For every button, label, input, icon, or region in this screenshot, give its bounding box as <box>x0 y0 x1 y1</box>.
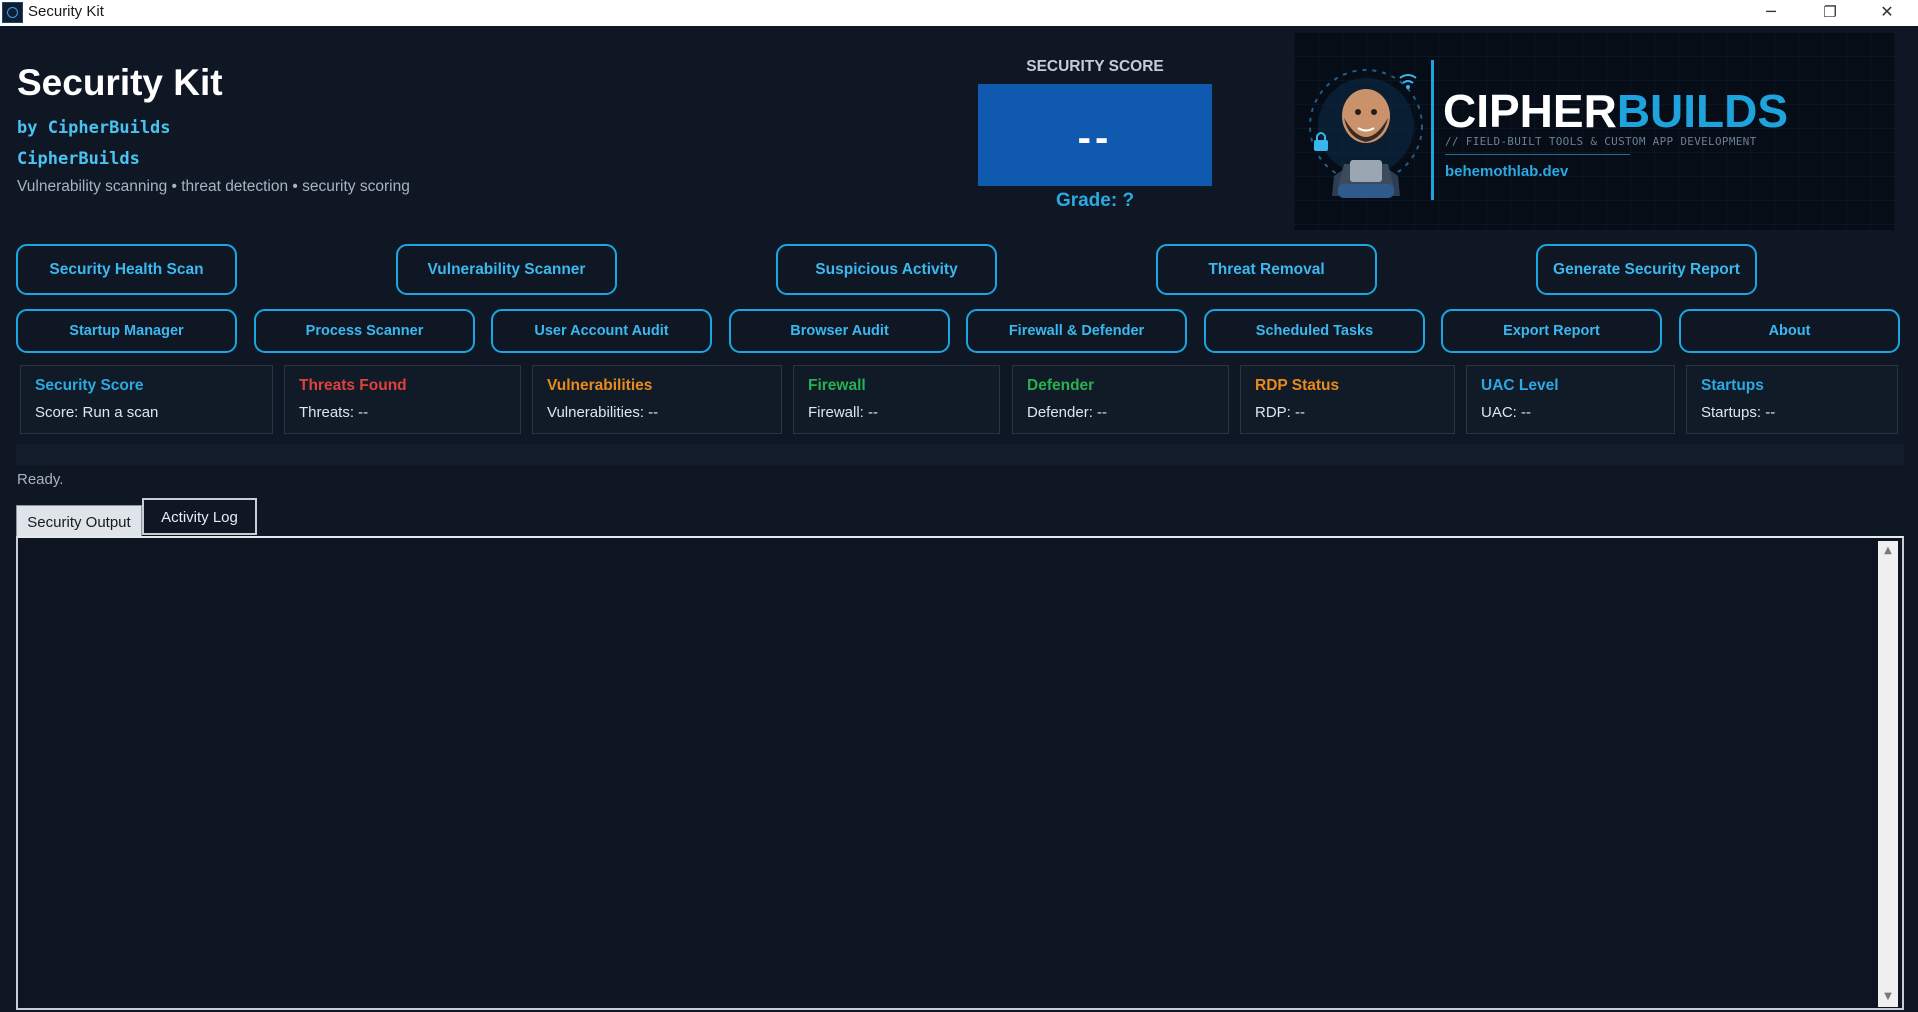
card-title: Threats Found <box>299 377 407 394</box>
suspicious-activity-button[interactable]: Suspicious Activity <box>776 244 997 295</box>
card-title: Firewall <box>808 377 866 394</box>
generate-security-report-button[interactable]: Generate Security Report <box>1536 244 1757 295</box>
app-title: Security Kit <box>17 62 223 103</box>
process-scanner-button[interactable]: Process Scanner <box>254 309 475 353</box>
card-title: Startups <box>1701 377 1764 394</box>
card-value: Threats: -- <box>299 404 369 421</box>
card-value: RDP: -- <box>1255 404 1305 421</box>
mascot-avatar-icon <box>1309 69 1423 198</box>
security-output-textarea[interactable] <box>16 536 1904 1010</box>
card-title: Security Score <box>35 377 144 394</box>
tab-activity-log[interactable]: Activity Log <box>142 498 257 535</box>
card-value: Vulnerabilities: -- <box>547 404 659 421</box>
logo-word-builds: BUILDS <box>1616 85 1789 137</box>
security-score-value: -- <box>978 84 1212 186</box>
card-vulnerabilities: Vulnerabilities Vulnerabilities: -- <box>532 365 782 434</box>
app-icon <box>2 2 23 23</box>
export-report-button[interactable]: Export Report <box>1441 309 1662 353</box>
card-firewall: Firewall Firewall: -- <box>793 365 1000 434</box>
card-defender: Defender Defender: -- <box>1012 365 1229 434</box>
logo-wordmark: CIPHERBUILDS <box>1443 84 1788 138</box>
window-titlebar[interactable]: Security Kit ─ ❐ ✕ <box>0 0 1918 26</box>
logo-subtitle: // FIELD-BUILT TOOLS & CUSTOM APP DEVELO… <box>1445 135 1757 148</box>
card-title: Defender <box>1027 377 1095 394</box>
card-value: Defender: -- <box>1027 404 1108 421</box>
tab-security-output[interactable]: Security Output <box>16 505 142 538</box>
card-security-score: Security Score Score: Run a scan <box>20 365 273 434</box>
scheduled-tasks-button[interactable]: Scheduled Tasks <box>1204 309 1425 353</box>
minimize-button[interactable]: ─ <box>1746 0 1796 26</box>
user-account-audit-button[interactable]: User Account Audit <box>491 309 712 353</box>
window-title: Security Kit <box>28 3 104 20</box>
startup-manager-button[interactable]: Startup Manager <box>16 309 237 353</box>
card-uac-level: UAC Level UAC: -- <box>1466 365 1675 434</box>
security-score-label: SECURITY SCORE <box>1026 58 1164 75</box>
logo-url: behemothlab.dev <box>1445 163 1569 180</box>
card-value: Score: Run a scan <box>35 404 159 421</box>
brand-name: CipherBuilds <box>17 149 140 169</box>
threat-removal-button[interactable]: Threat Removal <box>1156 244 1377 295</box>
by-line: by CipherBuilds <box>17 118 171 138</box>
browser-audit-button[interactable]: Browser Audit <box>729 309 950 353</box>
logo-underline <box>1445 154 1630 155</box>
card-title: Vulnerabilities <box>547 377 653 394</box>
tagline: Vulnerability scanning • threat detectio… <box>17 178 410 195</box>
card-value: Firewall: -- <box>808 404 878 421</box>
close-button[interactable]: ✕ <box>1862 0 1912 26</box>
card-threats-found: Threats Found Threats: -- <box>284 365 521 434</box>
security-health-scan-button[interactable]: Security Health Scan <box>16 244 237 295</box>
maximize-button[interactable]: ❐ <box>1805 0 1855 26</box>
scroll-down-arrow-icon[interactable]: ▼ <box>1878 989 1898 1005</box>
firewall-defender-button[interactable]: Firewall & Defender <box>966 309 1187 353</box>
card-value: Startups: -- <box>1701 404 1776 421</box>
status-text: Ready. <box>17 471 64 488</box>
vulnerability-scanner-button[interactable]: Vulnerability Scanner <box>396 244 617 295</box>
logo-divider <box>1431 60 1434 200</box>
card-value: UAC: -- <box>1481 404 1531 421</box>
progress-bar <box>16 444 1904 465</box>
card-title: UAC Level <box>1481 377 1559 394</box>
card-startups: Startups Startups: -- <box>1686 365 1898 434</box>
scroll-up-arrow-icon[interactable]: ▲ <box>1878 543 1898 559</box>
logo-word-cipher: CIPHER <box>1443 85 1617 137</box>
security-grade: Grade: ? <box>1055 190 1135 211</box>
card-title: RDP Status <box>1255 377 1340 394</box>
output-scrollbar[interactable] <box>1878 541 1898 1007</box>
about-button[interactable]: About <box>1679 309 1900 353</box>
card-rdp-status: RDP Status RDP: -- <box>1240 365 1455 434</box>
